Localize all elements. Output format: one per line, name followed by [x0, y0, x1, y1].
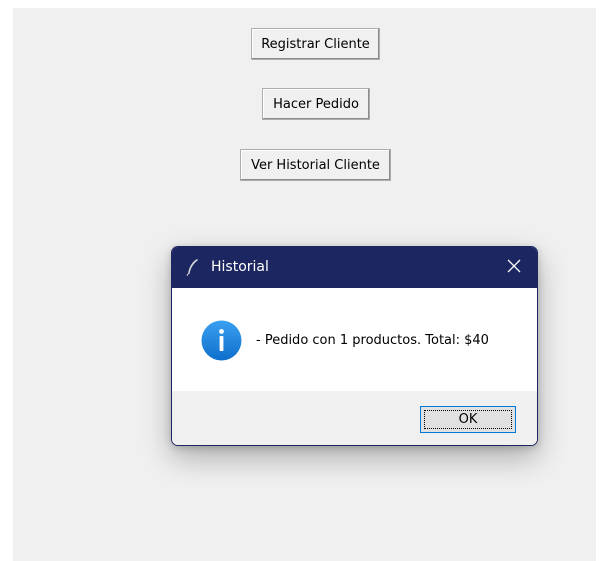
- dialog-titlebar[interactable]: Historial: [172, 247, 537, 288]
- ver-historial-cliente-button[interactable]: Ver Historial Cliente: [240, 149, 391, 181]
- close-button[interactable]: [491, 247, 537, 288]
- close-icon: [507, 258, 521, 277]
- dialog-title: Historial: [211, 259, 269, 275]
- info-icon: [201, 320, 242, 361]
- dialog-content: - Pedido con 1 productos. Total: $40: [172, 288, 537, 391]
- historial-dialog: Historial - Pedido con 1 productos. Tota…: [171, 246, 538, 446]
- ok-button[interactable]: OK: [420, 406, 516, 433]
- dialog-footer: OK: [172, 391, 537, 445]
- ok-button-label: OK: [458, 412, 478, 427]
- dialog-message: - Pedido con 1 productos. Total: $40: [256, 333, 489, 348]
- feather-icon: [186, 258, 200, 276]
- hacer-pedido-button[interactable]: Hacer Pedido: [262, 88, 370, 120]
- registrar-cliente-button[interactable]: Registrar Cliente: [251, 28, 380, 60]
